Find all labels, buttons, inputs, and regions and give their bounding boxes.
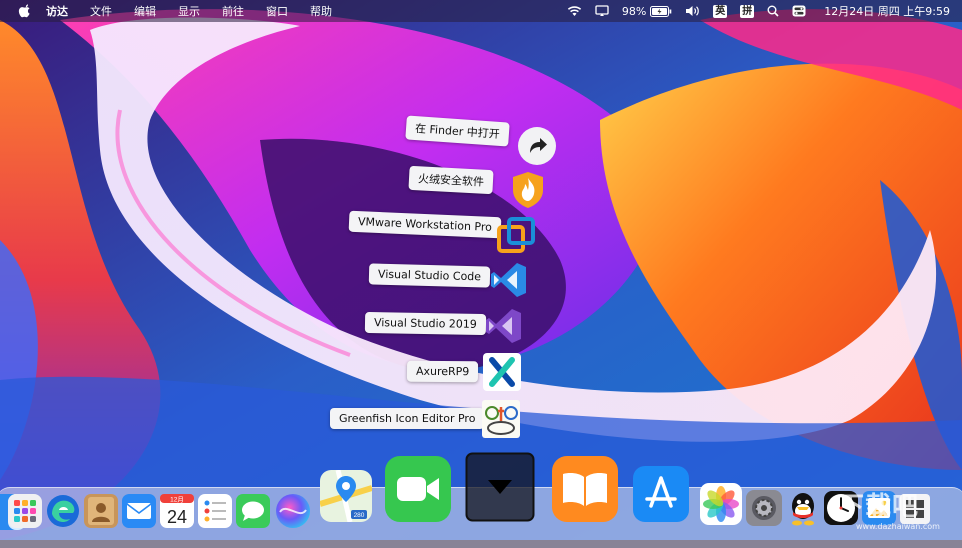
control-center-icon[interactable] bbox=[792, 5, 806, 17]
calendar-month: 12月 bbox=[170, 496, 184, 504]
stack-label-greenfish[interactable]: Greenfish Icon Editor Pro bbox=[330, 408, 485, 429]
menu-go[interactable]: 前往 bbox=[222, 3, 244, 19]
calendar-day: 24 bbox=[167, 507, 187, 527]
stack-label-vscode[interactable]: Visual Studio Code bbox=[368, 263, 491, 288]
qq-icon[interactable] bbox=[785, 490, 821, 528]
messages-icon[interactable] bbox=[236, 494, 270, 528]
menu-bar: 访达 文件 编辑 显示 前往 窗口 帮助 98% 英 拼 12月24日 周四 上… bbox=[0, 0, 962, 22]
menu-window[interactable]: 窗口 bbox=[266, 3, 288, 19]
system-preferences-icon[interactable] bbox=[746, 490, 782, 526]
watermark-url: www.dazhaiwan.com bbox=[856, 522, 940, 531]
menu-clock[interactable]: 12月24日 周四 上午9:59 bbox=[824, 3, 950, 19]
menu-view[interactable]: 显示 bbox=[178, 3, 200, 19]
edge-icon[interactable] bbox=[46, 494, 80, 528]
wifi-icon[interactable] bbox=[567, 5, 582, 17]
input-source-en: 英 bbox=[713, 4, 728, 18]
calendar-icon[interactable]: 12月 24 bbox=[160, 494, 194, 528]
photos-icon[interactable] bbox=[700, 483, 742, 525]
stack-folder-icon[interactable] bbox=[465, 452, 535, 522]
reminders-icon[interactable] bbox=[198, 494, 232, 528]
app-store-icon[interactable] bbox=[633, 466, 689, 522]
input-source-pinyin: 拼 bbox=[740, 4, 755, 18]
greenfish-icon[interactable] bbox=[481, 399, 521, 439]
menu-help[interactable]: 帮助 bbox=[310, 3, 332, 19]
mail-icon[interactable] bbox=[122, 494, 156, 528]
open-in-finder-arrow-icon[interactable] bbox=[517, 126, 557, 166]
battery-charging-icon[interactable] bbox=[650, 5, 672, 17]
axure-icon[interactable] bbox=[482, 352, 522, 392]
spotlight-search-icon[interactable] bbox=[767, 5, 779, 17]
launchpad-icon[interactable] bbox=[8, 494, 42, 528]
battery-percent: 98% bbox=[621, 4, 647, 18]
menu-edit[interactable]: 编辑 bbox=[134, 3, 156, 19]
visual-studio-icon[interactable] bbox=[484, 306, 524, 346]
volume-icon[interactable] bbox=[685, 5, 700, 17]
menu-file[interactable]: 文件 bbox=[90, 3, 112, 19]
huorong-security-icon[interactable] bbox=[508, 170, 548, 210]
stack-label-visual-studio[interactable]: Visual Studio 2019 bbox=[364, 311, 487, 336]
facetime-icon[interactable] bbox=[385, 456, 451, 522]
menu-app-name[interactable]: 访达 bbox=[46, 3, 68, 19]
stack-label-axure[interactable]: AxureRP9 bbox=[406, 360, 479, 383]
vscode-icon[interactable] bbox=[489, 260, 529, 300]
siri-icon[interactable] bbox=[274, 492, 312, 530]
stack-label-huorong[interactable]: 火绒安全软件 bbox=[408, 165, 494, 195]
vmware-icon[interactable] bbox=[496, 216, 536, 256]
maps-icon[interactable]: 280 bbox=[320, 470, 372, 522]
maps-badge: 280 bbox=[354, 512, 365, 519]
display-mirroring-icon[interactable] bbox=[595, 5, 609, 17]
contacts-icon[interactable] bbox=[84, 494, 118, 528]
apple-logo-icon[interactable] bbox=[18, 4, 32, 18]
books-icon[interactable] bbox=[552, 456, 618, 522]
watermark-logo: 下载吧 bbox=[838, 492, 920, 522]
